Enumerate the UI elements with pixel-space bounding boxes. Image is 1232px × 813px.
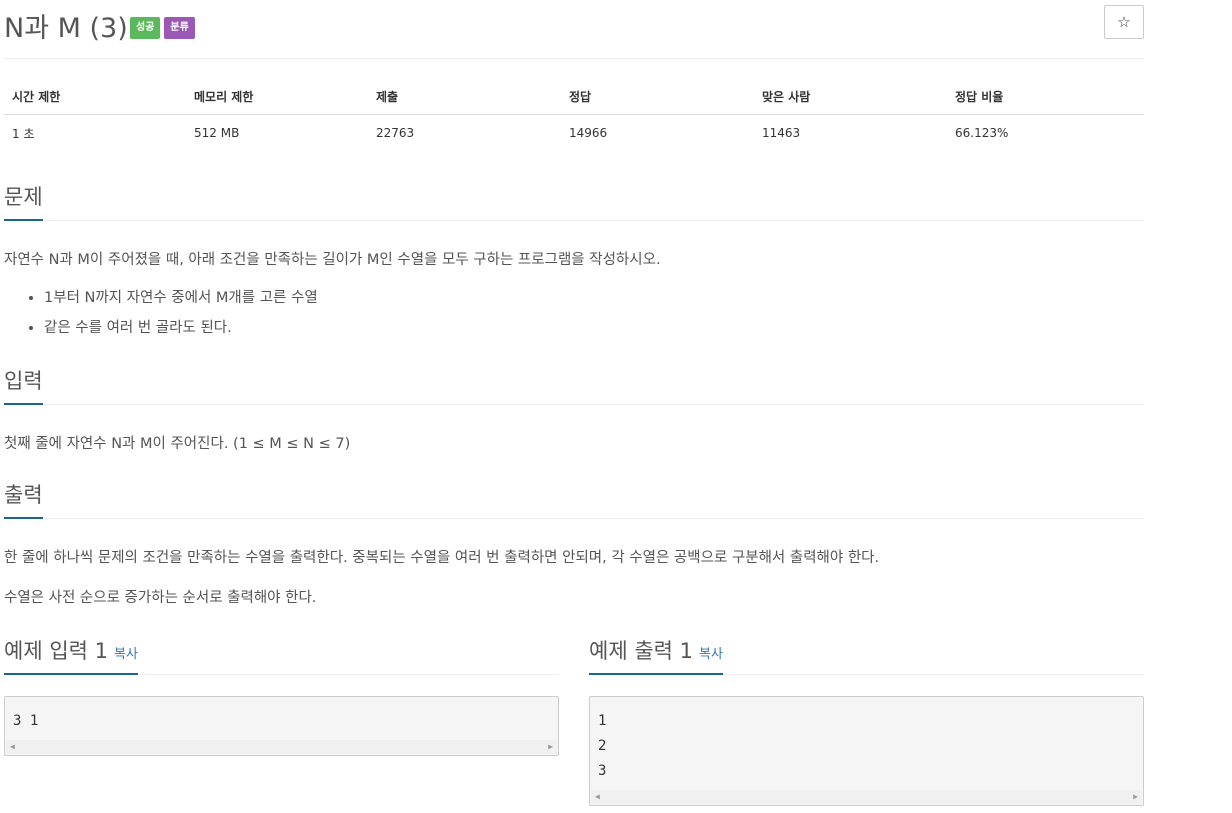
scroll-right-icon[interactable]: ▶ xyxy=(1133,792,1138,801)
status-badge-success[interactable]: 성공 xyxy=(130,17,161,39)
header-solvers: 맞은 사람 xyxy=(754,78,947,115)
star-icon: ☆ xyxy=(1117,13,1131,31)
input-section-header: 입력 xyxy=(4,365,1144,405)
value-submissions: 22763 xyxy=(376,126,415,140)
value-ratio: 66.123% xyxy=(955,126,1009,140)
info-header-row: 시간 제한 메모리 제한 제출 정답 맞은 사람 정답 비율 xyxy=(4,78,1144,115)
sample-input-box[interactable]: 3 1 ◀ ▶ xyxy=(4,696,559,756)
header-accepted: 정답 xyxy=(561,78,754,115)
value-memory-limit: 512 MB xyxy=(194,126,240,140)
problem-info-table: 시간 제한 메모리 제한 제출 정답 맞은 사람 정답 비율 1 초 512 M… xyxy=(4,78,1144,151)
header-ratio: 정답 비율 xyxy=(947,78,1144,115)
value-solvers: 11463 xyxy=(762,126,801,140)
badge-group: 성공 분류 xyxy=(130,17,195,39)
output-section-header: 출력 xyxy=(4,479,1144,519)
header-time-limit: 시간 제한 xyxy=(4,78,186,115)
sample-input-header: 예제 입력 1 복사 xyxy=(4,635,559,675)
star-button[interactable]: ☆ xyxy=(1104,5,1144,39)
header-memory-limit: 메모리 제한 xyxy=(186,78,368,115)
title-row: N과 M (3) 성공 분류 ☆ xyxy=(4,0,1144,59)
horizontal-scrollbar[interactable]: ◀ ▶ xyxy=(591,790,1142,804)
value-time-limit: 1 초 xyxy=(12,126,35,141)
output-description: 한 줄에 하나씩 문제의 조건을 만족하는 수열을 출력한다. 중복되는 수열을… xyxy=(4,550,880,566)
scroll-left-icon[interactable]: ◀ xyxy=(595,792,600,801)
scroll-left-icon[interactable]: ◀ xyxy=(10,742,15,751)
problem-description: 자연수 N과 M이 주어졌을 때, 아래 조건을 만족하는 길이가 M인 수열을… xyxy=(4,252,661,268)
value-accepted: 14966 xyxy=(569,126,608,140)
copy-output-button[interactable]: 복사 xyxy=(699,647,723,662)
sample-output-title: 예제 출력 1 복사 xyxy=(589,635,723,675)
horizontal-scrollbar[interactable]: ◀ ▶ xyxy=(6,740,557,754)
input-section-title: 입력 xyxy=(4,365,43,405)
problem-page: N과 M (3) 성공 분류 ☆ 시간 제한 메모리 제한 제출 정답 맞은 사… xyxy=(4,0,1144,806)
copy-input-button[interactable]: 복사 xyxy=(114,647,138,662)
problem-section-title: 문제 xyxy=(4,181,43,221)
sample-output-content: 1 2 3 xyxy=(598,713,607,779)
sample-output-box[interactable]: 1 2 3 ◀ ▶ xyxy=(589,696,1144,806)
list-item: 1부터 N까지 자연수 중에서 M개를 고른 수열 xyxy=(44,288,318,318)
list-item: 같은 수를 여러 번 골라도 된다. xyxy=(44,318,318,348)
problem-conditions-list: 1부터 N까지 자연수 중에서 M개를 고른 수열 같은 수를 여러 번 골라도… xyxy=(4,288,318,348)
input-description: 첫째 줄에 자연수 N과 M이 주어진다. (1 ≤ M ≤ N ≤ 7) xyxy=(4,436,351,452)
problem-title: N과 M (3) xyxy=(4,13,128,44)
problem-section-header: 문제 xyxy=(4,181,1144,221)
sample-input-content: 3 1 xyxy=(13,713,39,729)
category-badge[interactable]: 분류 xyxy=(164,17,195,39)
sample-input-title: 예제 입력 1 복사 xyxy=(4,635,138,675)
info-value-row: 1 초 512 MB 22763 14966 11463 66.123% xyxy=(4,115,1144,152)
output-order-note: 수열은 사전 순으로 증가하는 순서로 출력해야 한다. xyxy=(4,590,317,606)
scroll-right-icon[interactable]: ▶ xyxy=(548,742,553,751)
header-submissions: 제출 xyxy=(368,78,561,115)
output-section-title: 출력 xyxy=(4,479,43,519)
sample-output-header: 예제 출력 1 복사 xyxy=(589,635,1144,675)
